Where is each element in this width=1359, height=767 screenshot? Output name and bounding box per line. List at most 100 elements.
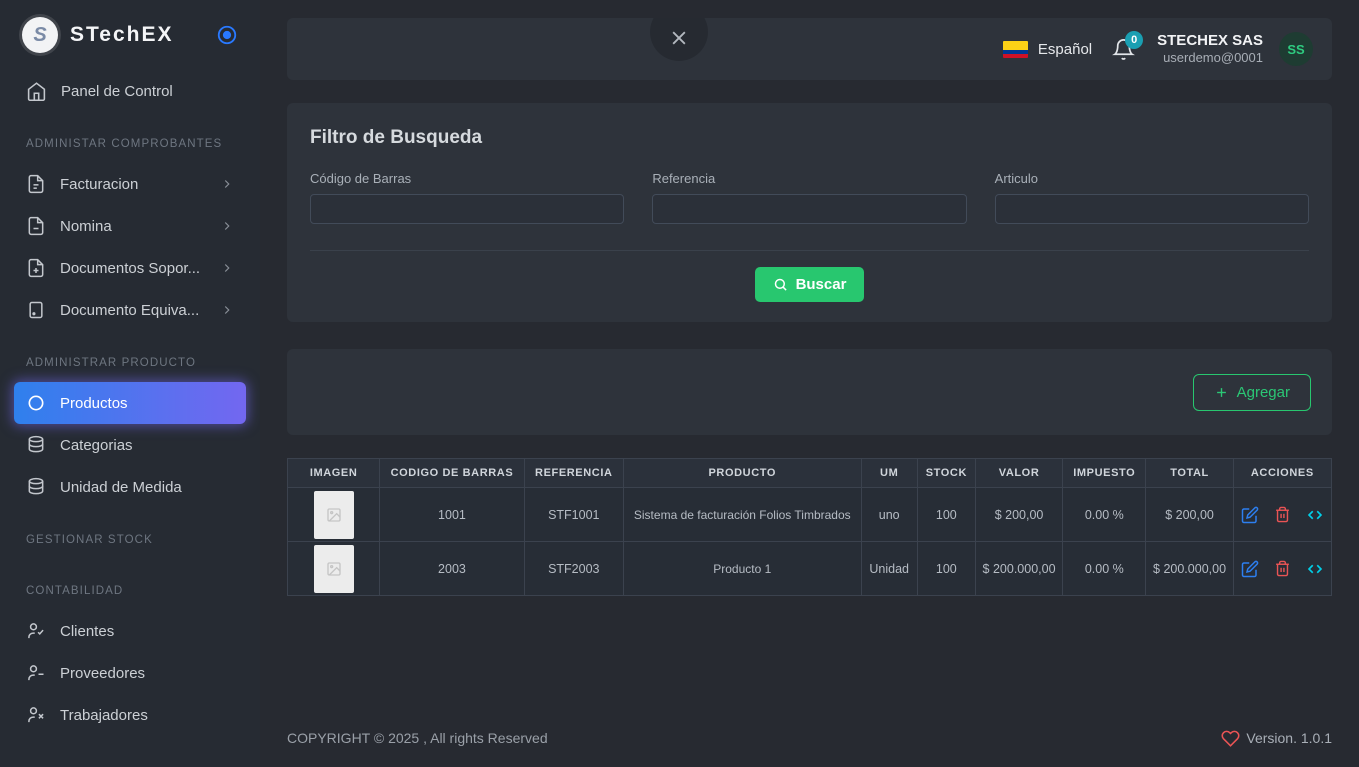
file-text-icon xyxy=(26,174,46,194)
col-total: TOTAL xyxy=(1146,459,1233,488)
notifications-button[interactable]: 0 xyxy=(1112,38,1135,61)
chevron-right-icon xyxy=(220,219,234,233)
agregar-button[interactable]: Agregar xyxy=(1193,374,1311,411)
version-text: Version. 1.0.1 xyxy=(1246,730,1332,746)
filter-fields: Código de Barras Referencia Articulo xyxy=(310,171,1309,224)
sidebar-item-facturacion[interactable]: Facturacion xyxy=(0,163,260,205)
cell-codigo-de-barras: 1001 xyxy=(380,488,524,542)
language-label: Español xyxy=(1038,41,1092,58)
version-info: Version. 1.0.1 xyxy=(1221,729,1332,748)
edit-icon[interactable] xyxy=(1241,506,1259,524)
sidebar-item-label: Documentos Sopor... xyxy=(60,260,200,277)
code-icon[interactable] xyxy=(1306,506,1324,524)
image-placeholder-icon xyxy=(314,491,354,539)
brand: S STechEX xyxy=(0,0,260,70)
col-um: UM xyxy=(861,459,917,488)
notification-count-badge: 0 xyxy=(1125,31,1143,49)
field-referencia: Referencia xyxy=(652,171,966,224)
user-check-icon xyxy=(26,621,46,641)
col-valor: VALOR xyxy=(975,459,1062,488)
cell-imagen xyxy=(288,488,380,542)
footer: COPYRIGHT © 2025 , All rights Reserved V… xyxy=(287,709,1332,767)
colombia-flag-icon xyxy=(1003,41,1028,58)
sidebar-item-productos[interactable]: Productos xyxy=(14,382,246,424)
cell-imagen xyxy=(288,542,380,596)
file-minus-icon xyxy=(26,216,46,236)
field-label: Referencia xyxy=(652,171,966,186)
sidebar-item-label: Documento Equiva... xyxy=(60,302,199,319)
codigo-de-barras-input[interactable] xyxy=(310,194,624,224)
home-icon xyxy=(26,81,47,102)
cell-acciones xyxy=(1233,542,1331,596)
sidebar-item-label: Facturacion xyxy=(60,176,138,193)
sidebar-section-title: ADMINISTAR COMPROBANTES xyxy=(0,112,260,163)
chevron-right-icon xyxy=(220,303,234,317)
products-table: IMAGEN CODIGO DE BARRAS REFERENCIA PRODU… xyxy=(287,458,1332,596)
sidebar-item-panel-de-control[interactable]: Panel de Control xyxy=(0,70,260,112)
table-header-row: IMAGEN CODIGO DE BARRAS REFERENCIA PRODU… xyxy=(288,459,1332,488)
field-label: Código de Barras xyxy=(310,171,624,186)
sidebar-item-label: Panel de Control xyxy=(61,83,173,100)
sidebar-toggle-icon[interactable] xyxy=(216,24,238,46)
topbar: Español 0 STECHEX SAS userdemo@0001 SS xyxy=(287,18,1332,80)
sidebar-section-title: CONTABILIDAD xyxy=(0,559,260,610)
sidebar-item-nomina[interactable]: Nomina xyxy=(0,205,260,247)
sidebar-item-clientes[interactable]: Clientes xyxy=(0,610,260,652)
cell-um: Unidad xyxy=(861,542,917,596)
cell-impuesto: 0.00 % xyxy=(1063,542,1146,596)
cell-codigo-de-barras: 2003 xyxy=(380,542,524,596)
sidebar-item-label: Clientes xyxy=(60,623,114,640)
referencia-input[interactable] xyxy=(652,194,966,224)
buscar-button[interactable]: Buscar xyxy=(755,267,865,302)
code-icon[interactable] xyxy=(1306,560,1324,578)
field-codigo-de-barras: Código de Barras xyxy=(310,171,624,224)
articulo-input[interactable] xyxy=(995,194,1309,224)
buscar-button-label: Buscar xyxy=(796,276,847,293)
user-minus-icon xyxy=(26,663,46,683)
search-icon xyxy=(773,277,788,292)
sidebar-item-trabajadores[interactable]: Trabajadores xyxy=(0,694,260,736)
edit-icon[interactable] xyxy=(1241,560,1259,578)
col-codigo-de-barras: CODIGO DE BARRAS xyxy=(380,459,524,488)
col-imagen: IMAGEN xyxy=(288,459,380,488)
trash-icon[interactable] xyxy=(1274,560,1291,577)
sidebar-section-title: GESTIONAR STOCK xyxy=(0,508,260,559)
sidebar-section-title: ADMINISTRAR PRODUCTO xyxy=(0,331,260,382)
file-plus-icon xyxy=(26,258,46,278)
col-producto: PRODUCTO xyxy=(623,459,861,488)
database-icon xyxy=(26,477,46,497)
field-label: Articulo xyxy=(995,171,1309,186)
avatar[interactable]: SS xyxy=(1279,32,1313,66)
cell-producto: Sistema de facturación Folios Timbrados xyxy=(623,488,861,542)
table-row: 1001 STF1001 Sistema de facturación Foli… xyxy=(288,488,1332,542)
sidebar-item-unidad-de-medida[interactable]: Unidad de Medida xyxy=(0,466,260,508)
sidebar-item-documentos-soporte[interactable]: Documentos Sopor... xyxy=(0,247,260,289)
language-selector[interactable]: Español xyxy=(1003,41,1092,58)
trash-icon[interactable] xyxy=(1274,506,1291,523)
sidebar: S STechEX Panel de Control ADMINISTAR CO… xyxy=(0,0,260,767)
filter-title: Filtro de Busqueda xyxy=(310,127,1309,149)
cell-total: $ 200,00 xyxy=(1146,488,1233,542)
table-row: 2003 STF2003 Producto 1 Unidad 100 $ 200… xyxy=(288,542,1332,596)
cell-referencia: STF1001 xyxy=(524,488,623,542)
plus-icon xyxy=(1214,385,1229,400)
sidebar-item-label: Nomina xyxy=(60,218,112,235)
image-placeholder-icon xyxy=(314,545,354,593)
close-button[interactable] xyxy=(650,18,708,61)
circle-icon xyxy=(26,393,46,413)
company-name: STECHEX SAS xyxy=(1157,32,1263,51)
brand-logo-icon: S xyxy=(22,17,58,53)
col-stock: STOCK xyxy=(917,459,975,488)
sidebar-item-categorias[interactable]: Categorias xyxy=(0,424,260,466)
sidebar-item-proveedores[interactable]: Proveedores xyxy=(0,652,260,694)
main-content: Español 0 STECHEX SAS userdemo@0001 SS F… xyxy=(260,0,1359,767)
copyright-text: COPYRIGHT © 2025 , All rights Reserved xyxy=(287,730,548,746)
sidebar-item-label: Trabajadores xyxy=(60,707,148,724)
cell-um: uno xyxy=(861,488,917,542)
sidebar-item-label: Unidad de Medida xyxy=(60,479,182,496)
cell-total: $ 200.000,00 xyxy=(1146,542,1233,596)
filter-panel: Filtro de Busqueda Código de Barras Refe… xyxy=(287,103,1332,322)
sidebar-item-label: Categorias xyxy=(60,437,133,454)
sidebar-item-documento-equivalente[interactable]: Documento Equiva... xyxy=(0,289,260,331)
close-icon xyxy=(669,28,689,48)
